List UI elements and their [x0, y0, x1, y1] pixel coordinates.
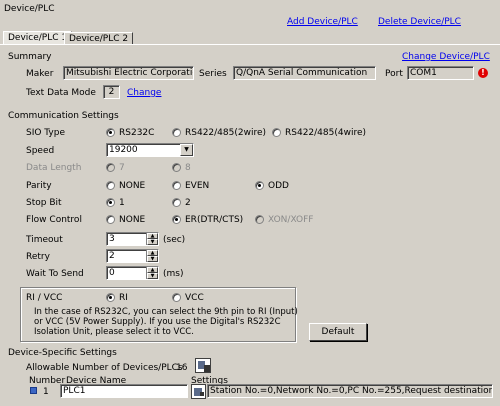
- ri-vcc-note-line3: Isolation Unit, please select it to VCC.: [34, 327, 194, 337]
- flow-er-dtr-cts-label: ER(DTR/CTS): [185, 215, 244, 225]
- device-row-icon: [30, 387, 39, 396]
- ri-vcc-note-line1: In the case of RS232C, you can select th…: [34, 307, 298, 317]
- text-data-mode-field: 2: [103, 85, 120, 99]
- flow-control-label: Flow Control: [26, 215, 82, 225]
- data-length-8-radio[interactable]: [172, 163, 181, 172]
- port-field: COM1: [407, 66, 474, 80]
- device-settings-field: Station No.=0,Network No.=0,PC No.=255,R…: [207, 384, 493, 398]
- flow-none-label: NONE: [119, 215, 146, 225]
- data-length-7-label: 7: [119, 163, 125, 173]
- tab-device-plc-1[interactable]: Device/PLC 1: [3, 31, 73, 45]
- vcc-radio-label: VCC: [185, 293, 204, 303]
- sio-rs232c-radio[interactable]: [106, 128, 115, 137]
- parity-odd-label: ODD: [268, 181, 289, 191]
- retry-label: Retry: [26, 252, 50, 262]
- vcc-radio[interactable]: [172, 293, 181, 302]
- tab-divider: [0, 44, 500, 45]
- parity-none-label: NONE: [119, 181, 146, 191]
- stop-bit-1-radio[interactable]: [106, 198, 115, 207]
- add-device-link[interactable]: Add Device/PLC: [287, 17, 358, 27]
- wait-to-send-label: Wait To Send: [26, 269, 84, 279]
- maker-label: Maker: [26, 69, 54, 79]
- settings-edit-icon[interactable]: [191, 384, 206, 399]
- flow-xon-xoff-label: XON/XOFF: [268, 215, 314, 225]
- stop-bit-label: Stop Bit: [26, 198, 62, 208]
- wait-to-send-unit: (ms): [163, 269, 184, 279]
- text-data-mode-change-link[interactable]: Change: [127, 88, 161, 98]
- sio-rs422-4wire-radio[interactable]: [272, 128, 281, 137]
- ri-vcc-label: RI / VCC: [26, 293, 63, 303]
- allowable-devices-label: Allowable Number of Devices/PLCs: [26, 363, 183, 373]
- series-field: Q/QnA Serial Communication: [233, 66, 376, 80]
- add-device-icon[interactable]: [195, 358, 211, 373]
- series-label: Series: [199, 69, 227, 79]
- ri-vcc-note-line2: or VCC (5V Power Supply). If you use the…: [34, 317, 281, 327]
- flow-xon-xoff-radio[interactable]: [255, 215, 264, 224]
- default-button[interactable]: Default: [309, 323, 367, 341]
- sio-rs422-4wire-label: RS422/485(4wire): [285, 128, 367, 138]
- timeout-unit: (sec): [163, 235, 186, 245]
- allowable-devices-value: 16: [176, 363, 188, 373]
- sio-rs422-2wire-radio[interactable]: [172, 128, 181, 137]
- data-length-8-label: 8: [185, 163, 191, 173]
- parity-label: Parity: [26, 181, 52, 191]
- page-title: Device/PLC: [4, 4, 55, 14]
- change-device-link[interactable]: Change Device/PLC: [402, 52, 490, 62]
- parity-even-label: EVEN: [185, 181, 210, 191]
- parity-none-radio[interactable]: [106, 181, 115, 190]
- flow-none-radio[interactable]: [106, 215, 115, 224]
- maker-field: Mitsubishi Electric Corporation: [63, 66, 194, 80]
- device-row-number: 1: [43, 387, 49, 397]
- chevron-down-icon[interactable]: ▼: [180, 144, 193, 156]
- sio-type-label: SIO Type: [26, 128, 65, 138]
- stop-bit-2-radio[interactable]: [172, 198, 181, 207]
- parity-odd-radio[interactable]: [255, 181, 264, 190]
- communication-settings-label: Communication Settings: [8, 111, 119, 121]
- text-data-mode-label: Text Data Mode: [26, 88, 96, 98]
- wait-to-send-stepper[interactable]: ▲ ▼: [146, 267, 158, 279]
- ri-radio-label: RI: [119, 293, 128, 303]
- timeout-label: Timeout: [26, 235, 63, 245]
- port-label: Port: [385, 69, 403, 79]
- data-length-label: Data Length: [26, 163, 82, 173]
- warning-icon: !: [478, 68, 488, 78]
- parity-even-radio[interactable]: [172, 181, 181, 190]
- stop-bit-2-label: 2: [185, 198, 191, 208]
- flow-er-dtr-cts-radio[interactable]: [172, 215, 181, 224]
- stop-bit-1-label: 1: [119, 198, 125, 208]
- sio-rs232c-label: RS232C: [119, 128, 155, 138]
- retry-stepper[interactable]: ▲ ▼: [146, 250, 158, 262]
- timeout-stepper[interactable]: ▲ ▼: [146, 233, 158, 245]
- data-length-7-radio[interactable]: [106, 163, 115, 172]
- device-specific-settings-label: Device-Specific Settings: [8, 348, 117, 358]
- device-name-input[interactable]: PLC1: [60, 384, 188, 398]
- sio-rs422-2wire-label: RS422/485(2wire): [185, 128, 267, 138]
- summary-label: Summary: [8, 52, 52, 62]
- delete-device-link[interactable]: Delete Device/PLC: [378, 17, 461, 27]
- ri-radio[interactable]: [106, 293, 115, 302]
- speed-label: Speed: [26, 146, 55, 156]
